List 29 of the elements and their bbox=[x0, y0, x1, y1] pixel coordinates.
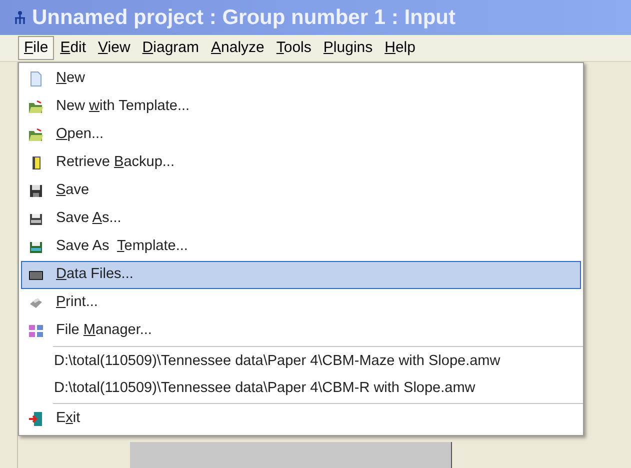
menu-command[interactable]: Print... bbox=[21, 289, 581, 317]
menu-item[interactable]: Plugins bbox=[317, 36, 379, 60]
menu-item[interactable]: Help bbox=[378, 36, 422, 60]
menu-command[interactable]: Open... bbox=[21, 121, 581, 149]
folder-icon bbox=[28, 127, 44, 143]
document-icon bbox=[28, 71, 44, 87]
menu-item[interactable]: File bbox=[18, 36, 54, 60]
menu-command[interactable]: Retrieve Backup... bbox=[21, 149, 581, 177]
recent-file-item[interactable]: D:\total(110509)\Tennessee data\Paper 4\CBM-R with Slope.amw bbox=[21, 375, 581, 402]
app-icon bbox=[12, 10, 28, 26]
window-title: Unnamed project : Group number 1 : Input bbox=[32, 4, 456, 31]
menu-item[interactable]: Diagram bbox=[136, 36, 205, 60]
menu-item[interactable]: Analyze bbox=[205, 36, 270, 60]
recent-file-item[interactable]: D:\total(110509)\Tennessee data\Paper 4\CBM-Maze with Slope.amw bbox=[21, 348, 581, 375]
folder-icon bbox=[28, 99, 44, 115]
printer-icon bbox=[28, 295, 44, 311]
menu-command[interactable]: New with Template... bbox=[21, 93, 581, 121]
menu-command[interactable]: Data Files... bbox=[21, 261, 581, 289]
menu-command[interactable]: Save As... bbox=[21, 205, 581, 233]
menu-command[interactable]: Save bbox=[21, 177, 581, 205]
menu-item[interactable]: View bbox=[92, 36, 136, 60]
menu-command[interactable]: Save As Template... bbox=[21, 233, 581, 261]
menu-command[interactable]: File Manager... bbox=[21, 317, 581, 345]
menu-command[interactable]: Exit bbox=[21, 405, 581, 433]
folders-icon bbox=[28, 323, 44, 339]
menu-command[interactable]: New bbox=[21, 65, 581, 93]
exit-door-icon bbox=[28, 411, 44, 427]
menu-item[interactable]: Tools bbox=[270, 36, 318, 60]
menu-item[interactable]: Edit bbox=[54, 36, 92, 60]
